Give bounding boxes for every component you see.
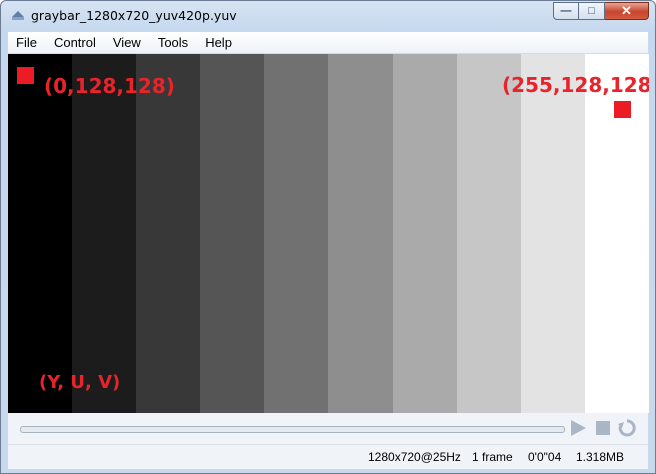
annotation-yuv-legend: (Y, U, V) <box>39 372 121 393</box>
status-format: 1280x720@25Hz <box>368 450 461 464</box>
gray-bar-5 <box>328 54 393 413</box>
status-file-size: 1.318MB <box>576 450 625 464</box>
gray-bar-8 <box>520 54 585 413</box>
app-logo-icon <box>12 11 24 20</box>
menu-tools[interactable]: Tools <box>150 35 197 50</box>
status-time: 0'0"04 <box>528 450 562 464</box>
stop-icon[interactable] <box>593 418 613 438</box>
gray-bar-7 <box>456 54 521 413</box>
playback-controls <box>8 413 648 444</box>
maximize-button[interactable]: □ <box>579 2 605 20</box>
video-frame[interactable]: (0,128,128) (255,128,128) (Y, U, V) <box>8 54 649 413</box>
maximize-icon: □ <box>588 5 595 17</box>
gray-bar-3 <box>200 54 265 413</box>
close-button[interactable]: ✕ <box>605 2 649 20</box>
seek-bar[interactable] <box>20 426 565 433</box>
minimize-button[interactable]: — <box>553 2 579 20</box>
menu-file[interactable]: File <box>8 35 46 50</box>
menu-help[interactable]: Help <box>197 35 241 50</box>
play-icon[interactable] <box>568 418 588 438</box>
gray-bar-0 <box>8 54 73 413</box>
gray-bar-6 <box>392 54 457 413</box>
gray-bar-1 <box>72 54 137 413</box>
window-title: graybar_1280x720_yuv420p.yuv <box>31 8 237 23</box>
status-bar: 1280x720@25Hz 1 frame 0'0"04 1.318MB <box>8 444 648 469</box>
app-window: graybar_1280x720_yuv420p.yuv — □ ✕ File … <box>0 0 656 474</box>
minimize-icon: — <box>560 5 572 17</box>
status-frame-count: 1 frame <box>472 450 513 464</box>
annotation-white-value: (255,128,128) <box>502 73 649 97</box>
menu-control[interactable]: Control <box>46 35 105 50</box>
window-controls: — □ ✕ <box>553 2 649 20</box>
close-icon: ✕ <box>621 3 632 18</box>
menu-view[interactable]: View <box>105 35 150 50</box>
gray-bar-4 <box>264 54 329 413</box>
marker-square-white <box>614 101 631 118</box>
annotation-black-value: (0,128,128) <box>44 74 175 98</box>
loop-icon[interactable] <box>617 418 637 438</box>
title-bar[interactable]: graybar_1280x720_yuv420p.yuv — □ ✕ <box>1 1 655 31</box>
gray-bar-2 <box>136 54 201 413</box>
menu-bar: File Control View Tools Help <box>8 32 648 54</box>
marker-square-black <box>17 67 34 84</box>
